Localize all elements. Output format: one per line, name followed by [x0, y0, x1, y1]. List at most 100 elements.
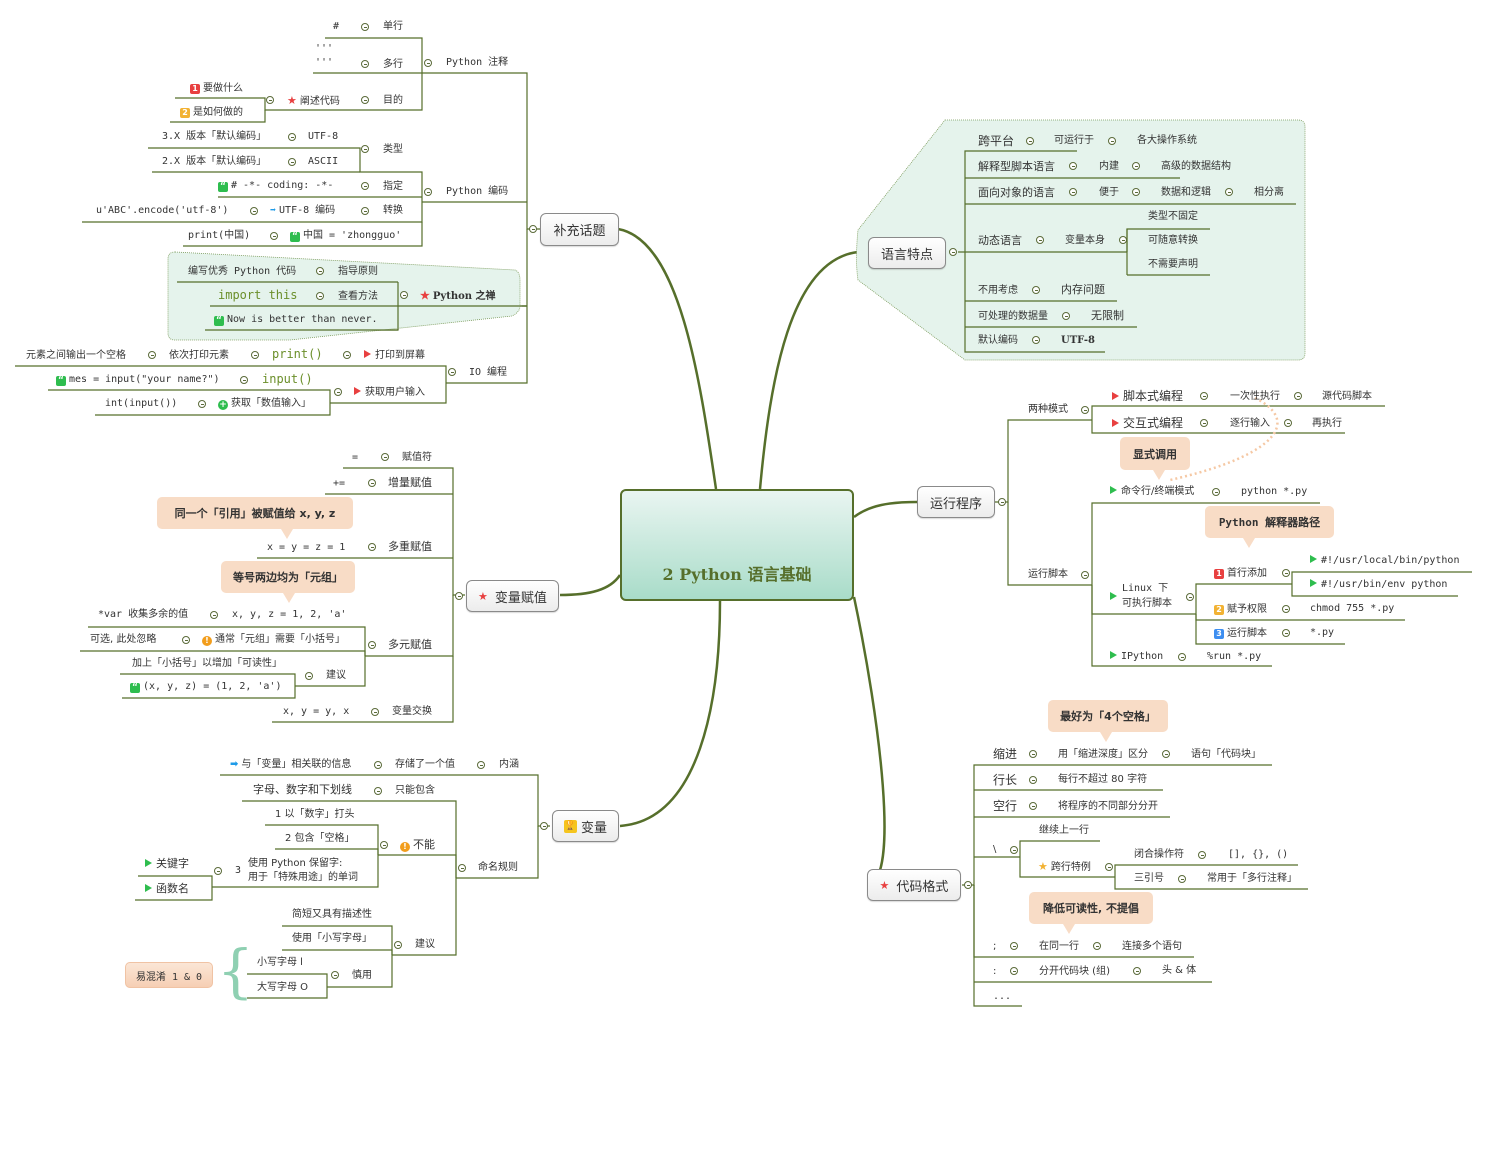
node-dynamic[interactable]: 动态语言 — [978, 234, 1022, 248]
node-join-statements[interactable]: 连接多个语句 — [1122, 940, 1182, 954]
collapse-toggle[interactable] — [1026, 137, 1034, 145]
node-zen-quote[interactable]: “Now is better than never. — [214, 313, 378, 327]
topic-supplement[interactable]: 补充话题 — [540, 213, 619, 246]
collapse-toggle[interactable] — [334, 388, 342, 396]
collapse-toggle[interactable] — [361, 96, 369, 104]
node-tuple-assign[interactable]: 多元赋值 — [388, 638, 432, 652]
node-write-good-code[interactable]: 编写优秀 Python 代码 — [188, 265, 296, 279]
collapse-toggle[interactable] — [424, 188, 432, 196]
node-shebang-local[interactable]: #!/usr/local/bin/python — [1310, 554, 1459, 568]
node-only-contain[interactable]: 只能包含 — [395, 784, 435, 798]
node-convert[interactable]: 转换 — [383, 204, 403, 218]
node-python-zen[interactable]: ★ Python 之禅 — [420, 289, 496, 304]
node-data-amount[interactable]: 可处理的数据量 — [978, 310, 1048, 324]
collapse-toggle[interactable] — [380, 841, 388, 849]
node-import-this[interactable]: import this — [218, 288, 297, 302]
node-multi-assign[interactable]: 多重赋值 — [388, 540, 432, 554]
node-type[interactable]: 类型 — [383, 143, 403, 157]
node-memory[interactable]: 内存问题 — [1061, 283, 1105, 297]
collapse-toggle[interactable] — [288, 158, 296, 166]
collapse-toggle[interactable] — [368, 543, 376, 551]
collapse-toggle[interactable] — [361, 145, 369, 153]
node-use-lowercase[interactable]: 使用「小写字母」 — [292, 932, 372, 946]
node-triple-quotes[interactable]: 三引号 — [1134, 872, 1164, 886]
node-linux-line2[interactable]: 可执行脚本 — [1122, 597, 1172, 611]
node-suggest[interactable]: 建议 — [326, 669, 346, 683]
node-naming-rules[interactable]: 命名规则 — [478, 861, 518, 875]
node-source-script[interactable]: 源代码脚本 — [1322, 390, 1372, 404]
node-triple-quote-top[interactable]: ''' — [315, 42, 333, 56]
collapse-toggle[interactable] — [361, 60, 369, 68]
collapse-toggle[interactable] — [1081, 571, 1089, 579]
collapse-toggle[interactable] — [374, 787, 382, 795]
node-get-input[interactable]: 获取用户输入 — [354, 386, 425, 400]
collapse-toggle[interactable] — [400, 291, 408, 299]
collapse-toggle[interactable] — [240, 376, 248, 384]
collapse-toggle[interactable] — [1069, 162, 1077, 170]
collapse-toggle[interactable] — [540, 822, 548, 830]
collapse-toggle[interactable] — [529, 225, 537, 233]
node-linux-line1[interactable]: Linux 下 — [1122, 582, 1168, 596]
collapse-toggle[interactable] — [250, 207, 258, 215]
collapse-toggle[interactable] — [288, 133, 296, 141]
node-major-os[interactable]: 各大操作系统 — [1137, 134, 1197, 148]
node-indent[interactable]: 缩进 — [993, 747, 1017, 761]
collapse-toggle[interactable] — [1282, 629, 1290, 637]
node-oop[interactable]: 面向对象的语言 — [978, 186, 1055, 200]
node-lowercase-l[interactable]: 小写字母 l — [257, 956, 303, 970]
node-runs-on[interactable]: 可运行于 — [1054, 134, 1094, 148]
node-io-programming[interactable]: IO 编程 — [469, 366, 507, 380]
node-numeric-input[interactable]: + 获取「数值输入」 — [218, 397, 311, 411]
collapse-toggle[interactable] — [1178, 653, 1186, 661]
collapse-toggle[interactable] — [198, 400, 206, 408]
node-principle[interactable]: 指导原则 — [338, 265, 378, 279]
collapse-toggle[interactable] — [1010, 846, 1018, 854]
collapse-toggle[interactable] — [1284, 419, 1292, 427]
node-print-sequential[interactable]: 依次打印元素 — [169, 349, 229, 363]
node-encode-example[interactable]: u'ABC'.encode('utf-8') — [96, 204, 228, 218]
node-reserved-line1[interactable]: 使用 Python 保留字: — [248, 857, 342, 871]
collapse-toggle[interactable] — [1069, 188, 1077, 196]
collapse-toggle[interactable] — [1132, 188, 1140, 196]
collapse-toggle[interactable] — [1036, 236, 1044, 244]
node-colon[interactable]: : — [993, 965, 996, 979]
node-what-to-do[interactable]: 1 要做什么 — [190, 82, 243, 96]
node-cmd-mode[interactable]: 命令行/终端模式 — [1110, 485, 1194, 499]
collapse-toggle[interactable] — [1132, 162, 1140, 170]
node-print-screen[interactable]: 打印到屏幕 — [364, 349, 425, 363]
node-int-input[interactable]: int(input()) — [105, 397, 177, 411]
collapse-toggle[interactable] — [343, 351, 351, 359]
node-run-once[interactable]: 一次性执行 — [1230, 390, 1280, 404]
collapse-toggle[interactable] — [371, 708, 379, 716]
collapse-toggle[interactable] — [1029, 776, 1037, 784]
node-data-logic[interactable]: 数据和逻辑 — [1161, 186, 1211, 200]
collapse-toggle[interactable] — [316, 292, 324, 300]
collapse-toggle[interactable] — [964, 881, 972, 889]
central-topic[interactable]: 2 Python 语言基础 — [620, 489, 854, 601]
topic-features[interactable]: 语言特点 — [868, 237, 946, 269]
node-ipython[interactable]: IPython — [1110, 650, 1163, 664]
node-line-length[interactable]: 行长 — [993, 773, 1017, 787]
node-same-line[interactable]: 在同一行 — [1039, 940, 1079, 954]
node-shebang-env[interactable]: #!/usr/bin/env python — [1310, 578, 1447, 592]
node-brackets[interactable]: [], {}, () — [1228, 848, 1288, 862]
collapse-toggle[interactable] — [1010, 942, 1018, 950]
node-print-zhongguo[interactable]: print(中国) — [188, 229, 250, 243]
collapse-toggle[interactable] — [458, 864, 466, 872]
node-triple-quote-bottom[interactable]: ''' — [315, 56, 333, 70]
collapse-toggle[interactable] — [1133, 967, 1141, 975]
collapse-toggle[interactable] — [1093, 942, 1101, 950]
node-default-enc[interactable]: 默认编码 — [978, 334, 1018, 348]
node-swap-example[interactable]: x, y = y, x — [283, 705, 349, 719]
collapse-toggle[interactable] — [1105, 863, 1113, 871]
node-coding-line[interactable]: “# -*- coding: -*- — [218, 179, 333, 193]
node-80-chars[interactable]: 每行不超过 80 字符 — [1058, 773, 1147, 787]
node-hash[interactable]: # — [333, 20, 339, 34]
node-how-done[interactable]: 2 是如何做的 — [180, 106, 243, 120]
node-optional-ignore[interactable]: 可选, 此处忽略 — [90, 633, 156, 647]
node-short-descriptive[interactable]: 简短又具有描述性 — [292, 908, 372, 922]
node-add-parens[interactable]: 加上「小括号」以增加「可读性」 — [132, 657, 282, 671]
node-star-var[interactable]: *var 收集多余的值 — [98, 608, 188, 622]
node-two-modes[interactable]: 两种模式 — [1028, 403, 1068, 417]
node-print-func[interactable]: print() — [272, 347, 323, 361]
